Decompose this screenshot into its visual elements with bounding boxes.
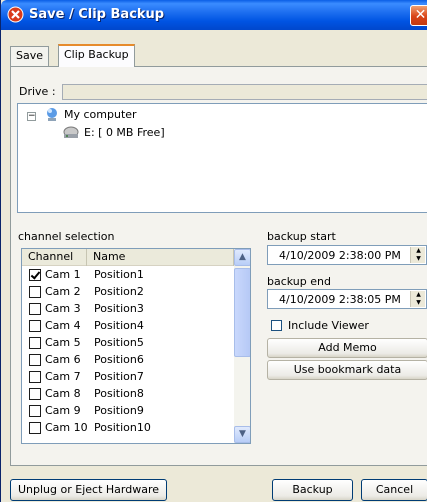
cancel-button[interactable]: Cancel	[361, 479, 427, 501]
scroll-down-button[interactable]: ▼	[234, 426, 250, 443]
channel-cell: Cam 4	[45, 319, 81, 332]
channel-list[interactable]: Channel Name Cam 1 Position1 Cam 2 Posit…	[21, 248, 251, 444]
channel-row[interactable]: Cam 6 Position6	[22, 352, 234, 368]
backup-start-spinner[interactable]: ▲ ▼	[410, 247, 425, 263]
spin-down-icon[interactable]: ▼	[411, 299, 426, 307]
scroll-thumb[interactable]	[234, 268, 250, 357]
name-cell: Position5	[94, 336, 144, 349]
channel-checkbox[interactable]	[29, 371, 41, 383]
backup-end-label: backup end	[267, 275, 331, 288]
channel-checkbox[interactable]	[29, 337, 41, 349]
use-bookmark-data-button[interactable]: Use bookmark data	[267, 360, 427, 380]
backup-button[interactable]: Backup	[272, 479, 353, 501]
spin-up-icon[interactable]: ▲	[411, 247, 426, 255]
channel-row[interactable]: Cam 2 Position2	[22, 284, 234, 300]
tree-item-my-computer-label: My computer	[64, 108, 137, 121]
save-clip-backup-window: Save / Clip Backup ✕ Save Clip Backup Dr…	[0, 0, 427, 502]
channel-row[interactable]: Cam 10 Position10	[22, 420, 234, 436]
spin-up-icon[interactable]: ▲	[411, 291, 426, 299]
backup-end-value: 4/10/2009 2:38:05 PM	[279, 293, 401, 306]
include-viewer-label: Include Viewer	[288, 319, 369, 332]
channel-checkbox[interactable]	[29, 269, 41, 281]
unplug-eject-hardware-button[interactable]: Unplug or Eject Hardware	[10, 479, 167, 501]
close-button[interactable]: ✕	[410, 5, 427, 26]
channel-row[interactable]: Cam 7 Position7	[22, 369, 234, 385]
channel-row[interactable]: Cam 9 Position9	[22, 403, 234, 419]
chevron-down-icon: ▼	[239, 429, 246, 439]
include-viewer-checkbox[interactable]	[271, 320, 282, 331]
tree-item-drive-e-label: E: [ 0 MB Free]	[84, 126, 165, 139]
name-cell: Position7	[94, 370, 144, 383]
cancel-button-label: Cancel	[375, 483, 414, 496]
channel-checkbox[interactable]	[29, 422, 41, 434]
scroll-up-button[interactable]: ▲	[234, 249, 250, 266]
channel-checkbox[interactable]	[29, 303, 41, 315]
channel-cell: Cam 1	[45, 268, 81, 281]
drive-tree[interactable]: − My computer E: [ 0 MB Free]	[17, 103, 427, 213]
channel-cell: Cam 8	[45, 387, 81, 400]
name-cell: Position2	[94, 285, 144, 298]
channel-cell: Cam 7	[45, 370, 81, 383]
drive-icon	[63, 126, 79, 138]
chevron-up-icon: ▲	[239, 252, 246, 262]
name-cell: Position10	[94, 421, 151, 434]
column-header-name[interactable]: Name	[87, 249, 234, 266]
channel-cell: Cam 10	[45, 421, 88, 434]
backup-end-spinner[interactable]: ▲ ▼	[410, 291, 425, 307]
drive-field[interactable]	[62, 84, 427, 100]
tab-save-label: Save	[16, 49, 44, 62]
channel-row[interactable]: Cam 8 Position8	[22, 386, 234, 402]
backup-start-picker[interactable]: 4/10/2009 2:38:00 PM ▲ ▼	[267, 245, 427, 265]
channel-cell: Cam 9	[45, 404, 81, 417]
backup-start-value: 4/10/2009 2:38:00 PM	[279, 249, 401, 262]
channel-selection-label: channel selection	[18, 230, 115, 243]
drive-label: Drive :	[19, 85, 56, 98]
channel-checkbox[interactable]	[29, 320, 41, 332]
add-memo-button-label: Add Memo	[318, 341, 377, 354]
channel-row[interactable]: Cam 5 Position5	[22, 335, 234, 351]
unplug-eject-hardware-button-label: Unplug or Eject Hardware	[17, 483, 159, 496]
channel-cell: Cam 5	[45, 336, 81, 349]
close-icon: ✕	[414, 7, 427, 23]
window-title: Save / Clip Backup	[29, 7, 165, 22]
backup-end-picker[interactable]: 4/10/2009 2:38:05 PM ▲ ▼	[267, 289, 427, 309]
channel-checkbox[interactable]	[29, 388, 41, 400]
column-header-name-label: Name	[93, 250, 126, 263]
tab-clip-backup[interactable]: Clip Backup	[58, 44, 135, 67]
backup-button-label: Backup	[292, 483, 333, 496]
name-cell: Position4	[94, 319, 144, 332]
name-cell: Position1	[94, 268, 144, 281]
name-cell: Position8	[94, 387, 144, 400]
use-bookmark-data-button-label: Use bookmark data	[293, 363, 402, 376]
collapse-icon[interactable]: −	[27, 112, 36, 121]
channel-row[interactable]: Cam 3 Position3	[22, 301, 234, 317]
channel-list-header: Channel Name	[22, 249, 234, 266]
name-cell: Position9	[94, 404, 144, 417]
tab-clip-backup-label: Clip Backup	[64, 48, 129, 61]
name-cell: Position6	[94, 353, 144, 366]
add-memo-button[interactable]: Add Memo	[267, 338, 427, 358]
title-bar[interactable]: Save / Clip Backup ✕	[1, 0, 427, 30]
computer-icon	[47, 108, 57, 121]
channel-cell: Cam 2	[45, 285, 81, 298]
channel-checkbox[interactable]	[29, 354, 41, 366]
channel-cell: Cam 3	[45, 302, 81, 315]
tab-save[interactable]: Save	[10, 46, 50, 66]
column-header-channel-label: Channel	[28, 250, 74, 263]
channel-checkbox[interactable]	[29, 405, 41, 417]
app-icon	[7, 6, 24, 23]
channel-checkbox[interactable]	[29, 286, 41, 298]
channel-row[interactable]: Cam 4 Position4	[22, 318, 234, 334]
channel-row[interactable]: Cam 1 Position1	[22, 267, 234, 283]
name-cell: Position3	[94, 302, 144, 315]
channel-list-scrollbar[interactable]: ▲ ▼	[234, 249, 250, 443]
backup-start-label: backup start	[267, 230, 336, 243]
channel-cell: Cam 6	[45, 353, 81, 366]
column-header-channel[interactable]: Channel	[22, 249, 87, 266]
spin-down-icon[interactable]: ▼	[411, 255, 426, 263]
